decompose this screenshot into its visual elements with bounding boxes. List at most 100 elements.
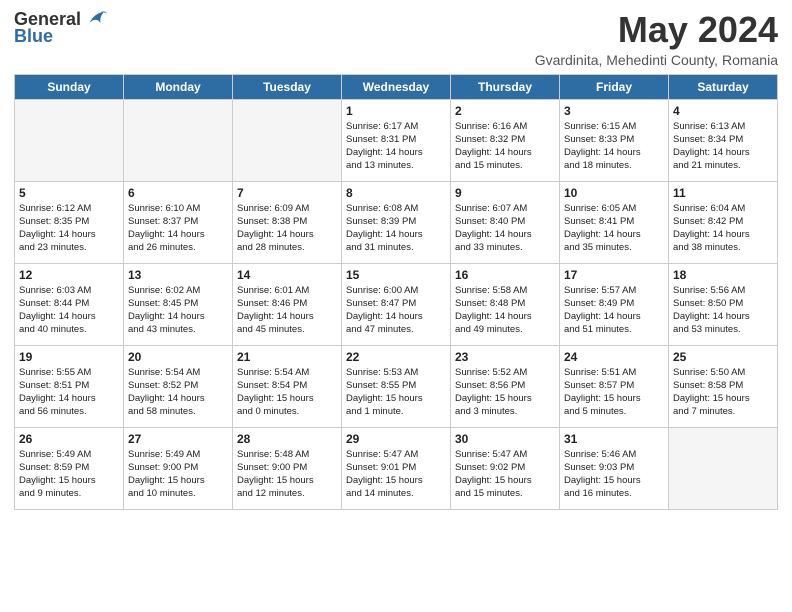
calendar-day-cell: 19 Sunrise: 5:55 AMSunset: 8:51 PMDayligh… [15,345,124,427]
col-thursday: Thursday [451,74,560,99]
day-number: 12 [19,268,119,282]
calendar-week-row: 19 Sunrise: 5:55 AMSunset: 8:51 PMDayligh… [15,345,778,427]
title-block: May 2024 Gvardinita, Mehedinti County, R… [535,10,778,68]
day-info: Sunrise: 6:07 AMSunset: 8:40 PMDaylight:… [455,202,555,255]
day-number: 25 [673,350,773,364]
calendar-day-cell [124,99,233,181]
day-info: Sunrise: 5:52 AMSunset: 8:56 PMDaylight:… [455,366,555,419]
calendar-day-cell: 11 Sunrise: 6:04 AMSunset: 8:42 PMDayligh… [669,181,778,263]
calendar-day-cell: 28 Sunrise: 5:48 AMSunset: 9:00 PMDayligh… [233,427,342,509]
calendar-day-cell: 7Sunrise: 6:09 AMSunset: 8:38 PMDaylight… [233,181,342,263]
col-wednesday: Wednesday [342,74,451,99]
day-info: Sunrise: 6:09 AMSunset: 8:38 PMDaylight:… [237,202,337,255]
logo-bird-icon [83,8,107,30]
day-info: Sunrise: 6:04 AMSunset: 8:42 PMDaylight:… [673,202,773,255]
day-info: Sunrise: 6:05 AMSunset: 8:41 PMDaylight:… [564,202,664,255]
col-tuesday: Tuesday [233,74,342,99]
day-number: 3 [564,104,664,118]
calendar-day-cell: 27 Sunrise: 5:49 AMSunset: 9:00 PMDayligh… [124,427,233,509]
header: General Blue May 2024 Gvardinita, Mehedi… [14,10,778,68]
day-info: Sunrise: 5:49 AMSunset: 9:00 PMDaylight:… [128,448,228,501]
calendar-day-cell: 21Sunrise: 5:54 AMSunset: 8:54 PMDayligh… [233,345,342,427]
calendar-day-cell: 1Sunrise: 6:17 AMSunset: 8:31 PMDaylight… [342,99,451,181]
calendar-table: Sunday Monday Tuesday Wednesday Thursday… [14,74,778,510]
calendar-day-cell: 2Sunrise: 6:16 AMSunset: 8:32 PMDaylight… [451,99,560,181]
day-info: Sunrise: 6:13 AMSunset: 8:34 PMDaylight:… [673,120,773,173]
calendar-day-cell: 26Sunrise: 5:49 AMSunset: 8:59 PMDayligh… [15,427,124,509]
day-number: 28 [237,432,337,446]
calendar-day-cell: 14 Sunrise: 6:01 AMSunset: 8:46 PMDayligh… [233,263,342,345]
day-info: Sunrise: 5:57 AMSunset: 8:49 PMDaylight:… [564,284,664,337]
day-number: 15 [346,268,446,282]
day-number: 30 [455,432,555,446]
calendar-location: Gvardinita, Mehedinti County, Romania [535,52,778,68]
day-number: 17 [564,268,664,282]
day-number: 4 [673,104,773,118]
logo-blue-text: Blue [14,26,53,47]
day-info: Sunrise: 6:00 AMSunset: 8:47 PMDaylight:… [346,284,446,337]
day-number: 23 [455,350,555,364]
calendar-header-row: Sunday Monday Tuesday Wednesday Thursday… [15,74,778,99]
day-number: 9 [455,186,555,200]
calendar-day-cell: 31Sunrise: 5:46 AMSunset: 9:03 PMDayligh… [560,427,669,509]
calendar-day-cell: 6 Sunrise: 6:10 AMSunset: 8:37 PMDaylight… [124,181,233,263]
day-info: Sunrise: 5:47 AMSunset: 9:02 PMDaylight:… [455,448,555,501]
day-number: 22 [346,350,446,364]
calendar-day-cell: 25 Sunrise: 5:50 AMSunset: 8:58 PMDayligh… [669,345,778,427]
calendar-day-cell: 12 Sunrise: 6:03 AMSunset: 8:44 PMDayligh… [15,263,124,345]
calendar-day-cell: 16Sunrise: 5:58 AMSunset: 8:48 PMDayligh… [451,263,560,345]
day-info: Sunrise: 6:10 AMSunset: 8:37 PMDaylight:… [128,202,228,255]
calendar-day-cell: 18 Sunrise: 5:56 AMSunset: 8:50 PMDayligh… [669,263,778,345]
calendar-week-row: 12 Sunrise: 6:03 AMSunset: 8:44 PMDayligh… [15,263,778,345]
day-number: 6 [128,186,228,200]
day-number: 14 [237,268,337,282]
day-number: 29 [346,432,446,446]
calendar-day-cell [669,427,778,509]
day-info: Sunrise: 5:47 AMSunset: 9:01 PMDaylight:… [346,448,446,501]
day-info: Sunrise: 6:01 AMSunset: 8:46 PMDaylight:… [237,284,337,337]
day-number: 11 [673,186,773,200]
calendar-day-cell: 24Sunrise: 5:51 AMSunset: 8:57 PMDayligh… [560,345,669,427]
calendar-day-cell: 17 Sunrise: 5:57 AMSunset: 8:49 PMDayligh… [560,263,669,345]
day-number: 2 [455,104,555,118]
day-info: Sunrise: 5:53 AMSunset: 8:55 PMDaylight:… [346,366,446,419]
day-number: 5 [19,186,119,200]
col-monday: Monday [124,74,233,99]
calendar-day-cell: 13 Sunrise: 6:02 AMSunset: 8:45 PMDayligh… [124,263,233,345]
calendar-week-row: 26Sunrise: 5:49 AMSunset: 8:59 PMDayligh… [15,427,778,509]
day-number: 8 [346,186,446,200]
day-number: 20 [128,350,228,364]
day-info: Sunrise: 6:08 AMSunset: 8:39 PMDaylight:… [346,202,446,255]
day-number: 16 [455,268,555,282]
calendar-title: May 2024 [535,10,778,50]
day-info: Sunrise: 5:46 AMSunset: 9:03 PMDaylight:… [564,448,664,501]
day-number: 24 [564,350,664,364]
day-info: Sunrise: 5:48 AMSunset: 9:00 PMDaylight:… [237,448,337,501]
day-info: Sunrise: 5:50 AMSunset: 8:58 PMDaylight:… [673,366,773,419]
day-number: 27 [128,432,228,446]
calendar-week-row: 1Sunrise: 6:17 AMSunset: 8:31 PMDaylight… [15,99,778,181]
logo: General Blue [14,10,107,47]
calendar-day-cell: 30 Sunrise: 5:47 AMSunset: 9:02 PMDayligh… [451,427,560,509]
day-info: Sunrise: 6:15 AMSunset: 8:33 PMDaylight:… [564,120,664,173]
calendar-day-cell: 8 Sunrise: 6:08 AMSunset: 8:39 PMDaylight… [342,181,451,263]
day-number: 18 [673,268,773,282]
calendar-day-cell [233,99,342,181]
calendar-day-cell: 15 Sunrise: 6:00 AMSunset: 8:47 PMDayligh… [342,263,451,345]
day-info: Sunrise: 6:02 AMSunset: 8:45 PMDaylight:… [128,284,228,337]
day-number: 1 [346,104,446,118]
day-info: Sunrise: 6:12 AMSunset: 8:35 PMDaylight:… [19,202,119,255]
calendar-day-cell: 20Sunrise: 5:54 AMSunset: 8:52 PMDayligh… [124,345,233,427]
day-info: Sunrise: 5:55 AMSunset: 8:51 PMDaylight:… [19,366,119,419]
day-info: Sunrise: 5:56 AMSunset: 8:50 PMDaylight:… [673,284,773,337]
day-number: 13 [128,268,228,282]
calendar-day-cell: 9 Sunrise: 6:07 AMSunset: 8:40 PMDaylight… [451,181,560,263]
calendar-day-cell: 4 Sunrise: 6:13 AMSunset: 8:34 PMDaylight… [669,99,778,181]
calendar-day-cell: 10 Sunrise: 6:05 AMSunset: 8:41 PMDayligh… [560,181,669,263]
day-number: 19 [19,350,119,364]
day-number: 10 [564,186,664,200]
day-info: Sunrise: 6:03 AMSunset: 8:44 PMDaylight:… [19,284,119,337]
calendar-week-row: 5 Sunrise: 6:12 AMSunset: 8:35 PMDaylight… [15,181,778,263]
day-number: 26 [19,432,119,446]
calendar-day-cell: 22 Sunrise: 5:53 AMSunset: 8:55 PMDayligh… [342,345,451,427]
